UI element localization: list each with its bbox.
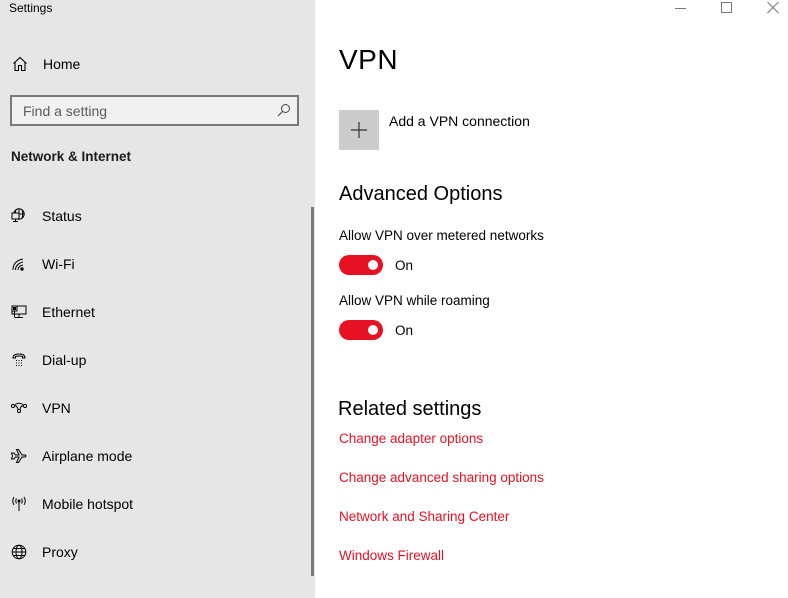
sidebar-item-label: Airplane mode [42,448,133,464]
sidebar-item-label: Dial-up [42,352,87,368]
dialup-phone-icon [10,352,28,368]
sidebar-item-proxy[interactable]: Proxy [0,532,310,572]
sidebar-item-label: VPN [42,400,71,416]
sidebar-item-mobile-hotspot[interactable]: Mobile hotspot [0,484,310,524]
windows-firewall-link[interactable]: Windows Firewall [339,548,444,563]
search-box [10,95,299,126]
section-title: Network & Internet [11,149,132,164]
sidebar-item-ethernet[interactable]: Ethernet [0,292,310,332]
toggle-knob [368,260,378,270]
roaming-toggle[interactable] [339,320,383,340]
sidebar-scrollbar[interactable] [311,207,314,576]
sidebar-item-dialup[interactable]: Dial-up [0,340,310,380]
home-icon [12,56,28,72]
related-settings-heading: Related settings [338,398,482,420]
search-input[interactable] [12,97,297,124]
sidebar-home-label: Home [43,56,81,72]
app-title: Settings [9,1,53,15]
sidebar-item-label: Mobile hotspot [42,496,134,512]
ethernet-icon [10,304,28,320]
wifi-icon [10,256,28,272]
sidebar-item-status[interactable]: Status [0,196,310,236]
close-button[interactable] [749,0,788,16]
roaming-label: Allow VPN while roaming [339,293,490,308]
sidebar-item-wifi[interactable]: Wi-Fi [0,244,310,284]
sidebar: Settings Home Network & Internet [0,0,315,598]
hotspot-icon [10,496,28,512]
main-content: VPN Add a VPN connection Advanced Option… [315,0,788,598]
sidebar-item-vpn[interactable]: VPN [0,388,310,428]
add-button-tile[interactable] [339,110,379,150]
sidebar-item-label: Wi-Fi [42,256,75,272]
sidebar-item-airplane-mode[interactable]: Airplane mode [0,436,310,476]
sidebar-item-label: Ethernet [42,304,95,320]
network-sharing-center-link[interactable]: Network and Sharing Center [339,509,509,524]
minimize-button[interactable] [657,0,703,16]
status-globe-monitor-icon [10,208,28,224]
vpn-icon [10,400,28,416]
metered-networks-label: Allow VPN over metered networks [339,228,544,243]
maximize-button[interactable] [703,0,749,16]
settings-window: Settings Home Network & Internet [0,0,788,598]
add-vpn-connection-label: Add a VPN connection [389,113,530,129]
metered-networks-toggle[interactable] [339,255,383,275]
advanced-options-heading: Advanced Options [339,183,503,205]
search-icon[interactable] [277,103,291,117]
toggle-knob [368,325,378,335]
metered-networks-state: On [395,258,414,273]
change-adapter-options-link[interactable]: Change adapter options [339,431,483,446]
sidebar-item-label: Proxy [42,544,78,560]
sidebar-item-label: Status [42,208,82,224]
page-title: VPN [339,44,399,75]
globe-icon [10,544,28,560]
change-advanced-sharing-options-link[interactable]: Change advanced sharing options [339,470,544,485]
airplane-icon [10,448,28,464]
sidebar-home[interactable]: Home [0,48,315,80]
roaming-state: On [395,323,414,338]
